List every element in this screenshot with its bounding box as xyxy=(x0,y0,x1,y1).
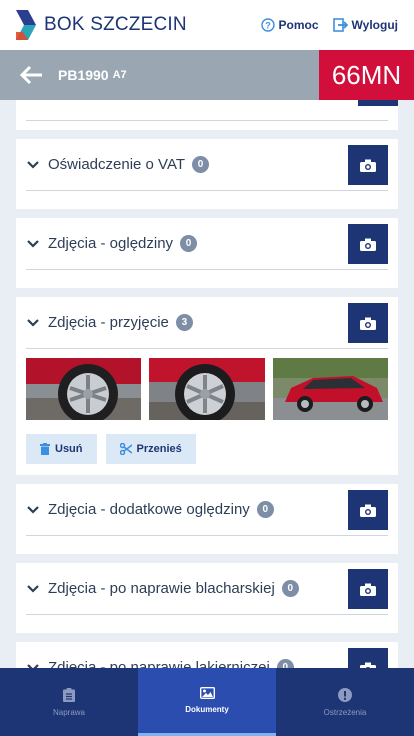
help-link[interactable]: ? Pomoc xyxy=(260,18,319,32)
camera-icon xyxy=(360,238,376,251)
section-title: Zdjęcia - dodatkowe oględziny xyxy=(48,501,250,518)
svg-text:?: ? xyxy=(265,21,271,31)
trash-icon xyxy=(40,443,50,455)
chevron-down-icon xyxy=(26,316,40,330)
warning-icon xyxy=(338,687,352,702)
section-header[interactable]: Zdjęcia - oględziny 0 xyxy=(26,218,388,270)
camera-button[interactable] xyxy=(348,569,388,609)
image-icon xyxy=(199,687,215,699)
help-label: Pomoc xyxy=(278,18,319,32)
move-button[interactable]: Przenieś xyxy=(105,434,196,464)
nav-item-warnings[interactable]: Ostrzeżenia xyxy=(276,668,414,736)
count-badge: 0 xyxy=(256,501,274,518)
photo-thumbnail[interactable] xyxy=(26,358,141,420)
camera-icon xyxy=(360,504,376,517)
vehicle-plate: PB1990 xyxy=(58,67,109,83)
scissors-icon xyxy=(119,443,132,455)
chevron-down-icon xyxy=(26,582,40,596)
count-badge: 0 xyxy=(180,235,198,252)
camera-button[interactable] xyxy=(348,648,388,668)
section-card: Zdjęcia - dodatkowe oględziny 0 xyxy=(16,484,398,554)
vehicle-plate-sub: A7 xyxy=(112,69,127,81)
section-title: Zdjęcia - po naprawie blacharskiej xyxy=(48,580,275,597)
section-card: Oświadczenie o VAT 0 xyxy=(16,139,398,209)
section-title: Oświadczenie o VAT xyxy=(48,156,185,173)
section-title: Zdjęcia - przyjęcie xyxy=(48,314,169,331)
count-badge: 0 xyxy=(281,580,299,597)
chevron-down-icon xyxy=(26,661,40,668)
vehicle-bar: PB1990 A7 66MN xyxy=(0,50,414,100)
section-title: Zdjęcia - oględziny xyxy=(48,235,174,252)
section-header[interactable]: Zdjęcia - dodatkowe oględziny 0 xyxy=(26,484,388,536)
camera-icon xyxy=(360,317,376,330)
count-badge: 0 xyxy=(276,659,294,668)
section-title: Zdjęcia - po naprawie lakierniczej xyxy=(48,659,270,668)
camera-button[interactable] xyxy=(348,490,388,530)
clipboard-icon xyxy=(63,687,75,702)
delete-label: Usuń xyxy=(55,443,83,455)
chevron-down-icon xyxy=(26,503,40,517)
count-badge: 0 xyxy=(192,156,209,173)
section-header[interactable]: Zdjęcia - przyjęcie 3 xyxy=(26,297,388,349)
section-card-expanded: Zdjęcia - przyjęcie 3 Usuń Przenieś xyxy=(16,297,398,475)
nav-item-documents[interactable]: Dokumenty xyxy=(138,668,276,736)
arrow-left-icon xyxy=(19,65,42,85)
count-badge: 3 xyxy=(175,314,193,331)
back-button[interactable] xyxy=(16,60,46,90)
nav-label: Dokumenty xyxy=(185,705,229,714)
app-logo xyxy=(16,10,36,40)
documents-list[interactable]: Oświadczenie o VAT 0 Zdjęcia - oględziny… xyxy=(0,100,414,668)
camera-button[interactable] xyxy=(348,224,388,264)
chevron-down-icon xyxy=(26,237,40,251)
camera-icon xyxy=(360,583,376,596)
section-header[interactable]: Zdjęcia - po naprawie blacharskiej 0 xyxy=(26,563,388,615)
repair-code-badge: 66MN xyxy=(319,50,414,100)
section-card: Zdjęcia - po naprawie lakierniczej 0 xyxy=(16,642,398,668)
logout-label: Wyloguj xyxy=(351,18,398,32)
nav-label: Naprawa xyxy=(52,707,85,717)
logout-link[interactable]: Wyloguj xyxy=(332,18,398,32)
camera-button-previous[interactable] xyxy=(358,100,398,106)
section-header[interactable]: Zdjęcia - po naprawie lakierniczej 0 xyxy=(26,642,388,668)
app-header: BOK SZCZECIN ? Pomoc Wyloguj xyxy=(0,0,414,50)
photo-gallery xyxy=(26,358,388,420)
help-icon: ? xyxy=(260,18,275,32)
photo-actions: Usuń Przenieś xyxy=(26,434,205,464)
logout-icon xyxy=(332,18,348,32)
nav-item-repair[interactable]: Naprawa xyxy=(0,668,138,736)
section-card-previous xyxy=(16,100,398,130)
camera-button[interactable] xyxy=(348,145,388,185)
chevron-down-icon xyxy=(26,158,40,172)
section-card: Zdjęcia - po naprawie blacharskiej 0 xyxy=(16,563,398,633)
camera-icon xyxy=(360,159,376,172)
photo-thumbnail[interactable] xyxy=(273,358,388,420)
delete-button[interactable]: Usuń xyxy=(26,434,97,464)
nav-label: Ostrzeżenia xyxy=(323,707,367,717)
section-header[interactable]: Oświadczenie o VAT 0 xyxy=(26,139,388,191)
bottom-nav: Naprawa Dokumenty Ostrzeżenia xyxy=(0,668,414,736)
app-title: BOK SZCZECIN xyxy=(44,14,187,35)
photo-thumbnail[interactable] xyxy=(149,358,265,420)
section-card: Zdjęcia - oględziny 0 xyxy=(16,218,398,288)
move-label: Przenieś xyxy=(136,443,182,455)
camera-button[interactable] xyxy=(348,303,388,343)
